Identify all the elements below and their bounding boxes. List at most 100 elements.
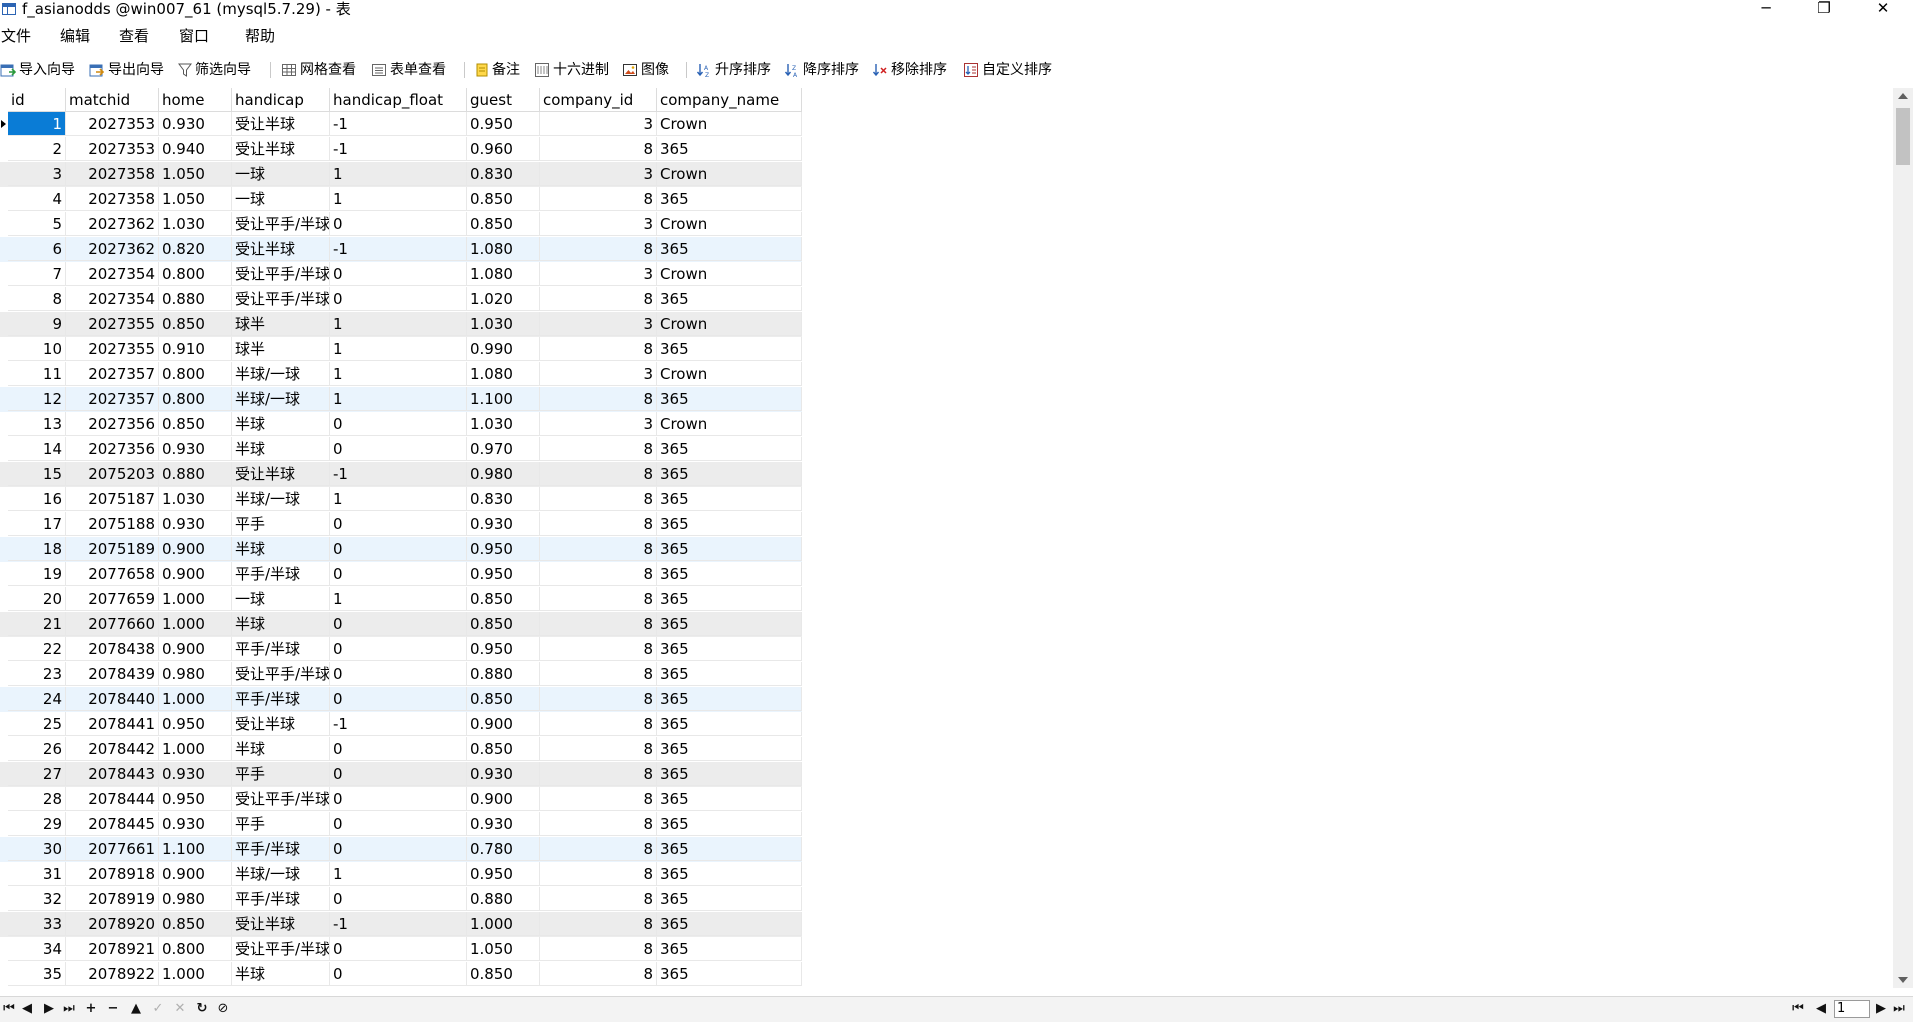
cell-id[interactable]: 18 — [8, 537, 66, 561]
cell-home[interactable]: 0.880 — [159, 462, 232, 486]
table-row[interactable]: 4 2027358 1.050 一球 1 0.850 8 365 — [0, 187, 802, 212]
cell-home[interactable]: 0.950 — [159, 712, 232, 736]
cell-handicap-float[interactable]: 1 — [330, 487, 467, 511]
cell-id[interactable]: 17 — [8, 512, 66, 536]
table-row[interactable]: 34 2078921 0.800 受让平手/半球 0 1.050 8 365 — [0, 937, 802, 962]
table-row[interactable]: 2 2027353 0.940 受让半球 -1 0.960 8 365 — [0, 137, 802, 162]
cell-company-name[interactable]: Crown — [657, 362, 802, 386]
cell-company-name[interactable]: 365 — [657, 637, 802, 661]
cell-home[interactable]: 0.930 — [159, 512, 232, 536]
cell-company-id[interactable]: 8 — [540, 912, 657, 936]
cell-company-name[interactable]: 365 — [657, 812, 802, 836]
cell-handicap[interactable]: 球半 — [232, 312, 330, 336]
cell-handicap-float[interactable]: 0 — [330, 737, 467, 761]
cell-company-id[interactable]: 8 — [540, 487, 657, 511]
cell-company-name[interactable]: 365 — [657, 587, 802, 611]
cell-matchid[interactable]: 2027353 — [66, 137, 159, 161]
scroll-up-arrow-icon[interactable] — [1898, 93, 1908, 99]
cell-guest[interactable]: 0.850 — [467, 737, 540, 761]
scroll-down-arrow-icon[interactable] — [1898, 977, 1908, 983]
cell-matchid[interactable]: 2078440 — [66, 687, 159, 711]
cell-guest[interactable]: 0.850 — [467, 587, 540, 611]
cell-matchid[interactable]: 2075188 — [66, 512, 159, 536]
table-row[interactable]: 8 2027354 0.880 受让平手/半球 0 1.020 8 365 — [0, 287, 802, 312]
table-row[interactable]: 7 2027354 0.800 受让平手/半球 0 1.080 3 Crown — [0, 262, 802, 287]
cell-home[interactable]: 0.850 — [159, 312, 232, 336]
cell-matchid[interactable]: 2075203 — [66, 462, 159, 486]
hex-button[interactable]: 十六进制 — [534, 60, 609, 80]
cell-matchid[interactable]: 2077658 — [66, 562, 159, 586]
cell-handicap[interactable]: 半球 — [232, 437, 330, 461]
cell-id[interactable]: 11 — [8, 362, 66, 386]
cell-matchid[interactable]: 2075189 — [66, 537, 159, 561]
cell-company-id[interactable]: 3 — [540, 212, 657, 236]
cell-company-id[interactable]: 8 — [540, 962, 657, 986]
cell-id[interactable]: 8 — [8, 287, 66, 311]
cell-handicap-float[interactable]: 0 — [330, 787, 467, 811]
table-row[interactable]: 1 2027353 0.930 受让半球 -1 0.950 3 Crown — [0, 112, 802, 137]
table-row[interactable]: 27 2078443 0.930 平手 0 0.930 8 365 — [0, 762, 802, 787]
cell-guest[interactable]: 0.990 — [467, 337, 540, 361]
stop-icon[interactable]: ⊘ — [216, 1000, 230, 1018]
cell-handicap[interactable]: 半球/一球 — [232, 487, 330, 511]
cell-handicap[interactable]: 受让平手/半球 — [232, 212, 330, 236]
table-row[interactable]: 3 2027358 1.050 一球 1 0.830 3 Crown — [0, 162, 802, 187]
cell-id[interactable]: 29 — [8, 812, 66, 836]
cell-company-name[interactable]: Crown — [657, 312, 802, 336]
cell-company-name[interactable]: 365 — [657, 512, 802, 536]
menu-view[interactable]: 查看 — [119, 26, 149, 46]
cell-handicap[interactable]: 半球/一球 — [232, 862, 330, 886]
cell-matchid[interactable]: 2027355 — [66, 312, 159, 336]
cell-id[interactable]: 21 — [8, 612, 66, 636]
cell-guest[interactable]: 0.850 — [467, 687, 540, 711]
cell-handicap-float[interactable]: 0 — [330, 212, 467, 236]
cell-handicap[interactable]: 平手 — [232, 812, 330, 836]
cell-company-id[interactable]: 3 — [540, 312, 657, 336]
cell-guest[interactable]: 1.000 — [467, 912, 540, 936]
cell-home[interactable]: 0.850 — [159, 412, 232, 436]
cell-handicap-float[interactable]: 1 — [330, 362, 467, 386]
cell-id[interactable]: 35 — [8, 962, 66, 986]
cell-guest[interactable]: 0.950 — [467, 537, 540, 561]
column-header-company-id[interactable]: company_id — [540, 88, 657, 112]
cell-matchid[interactable]: 2027357 — [66, 387, 159, 411]
cell-company-id[interactable]: 8 — [540, 237, 657, 261]
cell-matchid[interactable]: 2027362 — [66, 237, 159, 261]
cell-company-name[interactable]: 365 — [657, 862, 802, 886]
cell-id[interactable]: 32 — [8, 887, 66, 911]
cell-company-name[interactable]: Crown — [657, 112, 802, 136]
cell-company-name[interactable]: 365 — [657, 612, 802, 636]
cell-id[interactable]: 26 — [8, 737, 66, 761]
cell-id[interactable]: 14 — [8, 437, 66, 461]
cell-company-name[interactable]: 365 — [657, 437, 802, 461]
cell-matchid[interactable]: 2027355 — [66, 337, 159, 361]
cell-home[interactable]: 0.800 — [159, 937, 232, 961]
cell-company-name[interactable]: 365 — [657, 737, 802, 761]
cell-guest[interactable]: 1.020 — [467, 287, 540, 311]
cell-matchid[interactable]: 2078920 — [66, 912, 159, 936]
grid-view-button[interactable]: 网格查看 — [281, 60, 356, 80]
cell-home[interactable]: 0.930 — [159, 437, 232, 461]
cell-home[interactable]: 1.000 — [159, 962, 232, 986]
cell-id[interactable]: 33 — [8, 912, 66, 936]
cell-company-id[interactable]: 8 — [540, 187, 657, 211]
column-header-company-name[interactable]: company_name — [657, 88, 802, 112]
cell-handicap-float[interactable]: -1 — [330, 137, 467, 161]
cell-company-id[interactable]: 8 — [540, 512, 657, 536]
cell-id[interactable]: 9 — [8, 312, 66, 336]
cell-guest[interactable]: 0.850 — [467, 962, 540, 986]
cell-company-name[interactable]: Crown — [657, 212, 802, 236]
cell-guest[interactable]: 0.850 — [467, 612, 540, 636]
cell-home[interactable]: 0.880 — [159, 287, 232, 311]
menu-file[interactable]: 文件 — [1, 26, 31, 46]
cell-handicap-float[interactable]: 0 — [330, 512, 467, 536]
custom-sort-button[interactable]: 自定义排序 — [963, 60, 1052, 80]
vertical-scrollbar[interactable] — [1893, 88, 1913, 988]
cell-company-name[interactable]: 365 — [657, 912, 802, 936]
table-row[interactable]: 16 2075187 1.030 半球/一球 1 0.830 8 365 — [0, 487, 802, 512]
cell-matchid[interactable]: 2027356 — [66, 437, 159, 461]
cell-home[interactable]: 0.900 — [159, 562, 232, 586]
cell-company-id[interactable]: 8 — [540, 762, 657, 786]
cell-company-name[interactable]: 365 — [657, 287, 802, 311]
cell-matchid[interactable]: 2078921 — [66, 937, 159, 961]
